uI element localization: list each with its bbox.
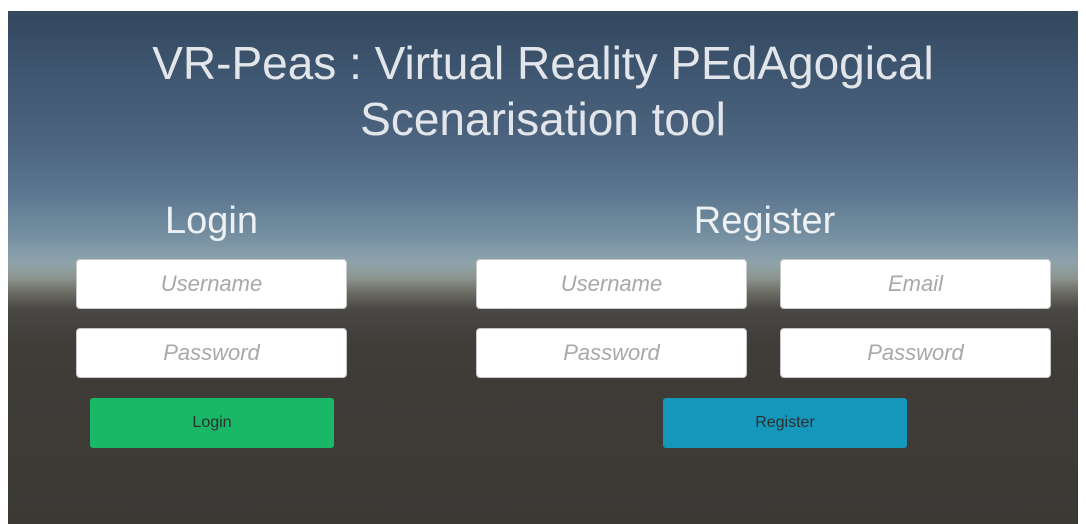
- register-email-input[interactable]: [781, 260, 1050, 308]
- register-password-input[interactable]: [477, 329, 746, 377]
- app-title: VR-Peas : Virtual Reality PEdAgogical Sc…: [152, 37, 934, 145]
- login-heading: Login: [165, 200, 258, 242]
- login-password-field[interactable]: [76, 328, 347, 378]
- register-confirm-password-field[interactable]: [780, 328, 1051, 378]
- app-viewport: VR-Peas : Virtual Reality PEdAgogical Sc…: [8, 11, 1078, 524]
- register-confirm-password-input[interactable]: [781, 329, 1050, 377]
- register-heading: Register: [693, 200, 836, 242]
- register-password-field[interactable]: [476, 328, 747, 378]
- login-button[interactable]: Login: [90, 398, 334, 448]
- register-button[interactable]: Register: [663, 398, 907, 448]
- register-email-field[interactable]: [780, 259, 1051, 309]
- register-username-field[interactable]: [476, 259, 747, 309]
- login-username-input[interactable]: [77, 260, 346, 308]
- login-username-field[interactable]: [76, 259, 347, 309]
- login-password-input[interactable]: [77, 329, 346, 377]
- register-username-input[interactable]: [477, 260, 746, 308]
